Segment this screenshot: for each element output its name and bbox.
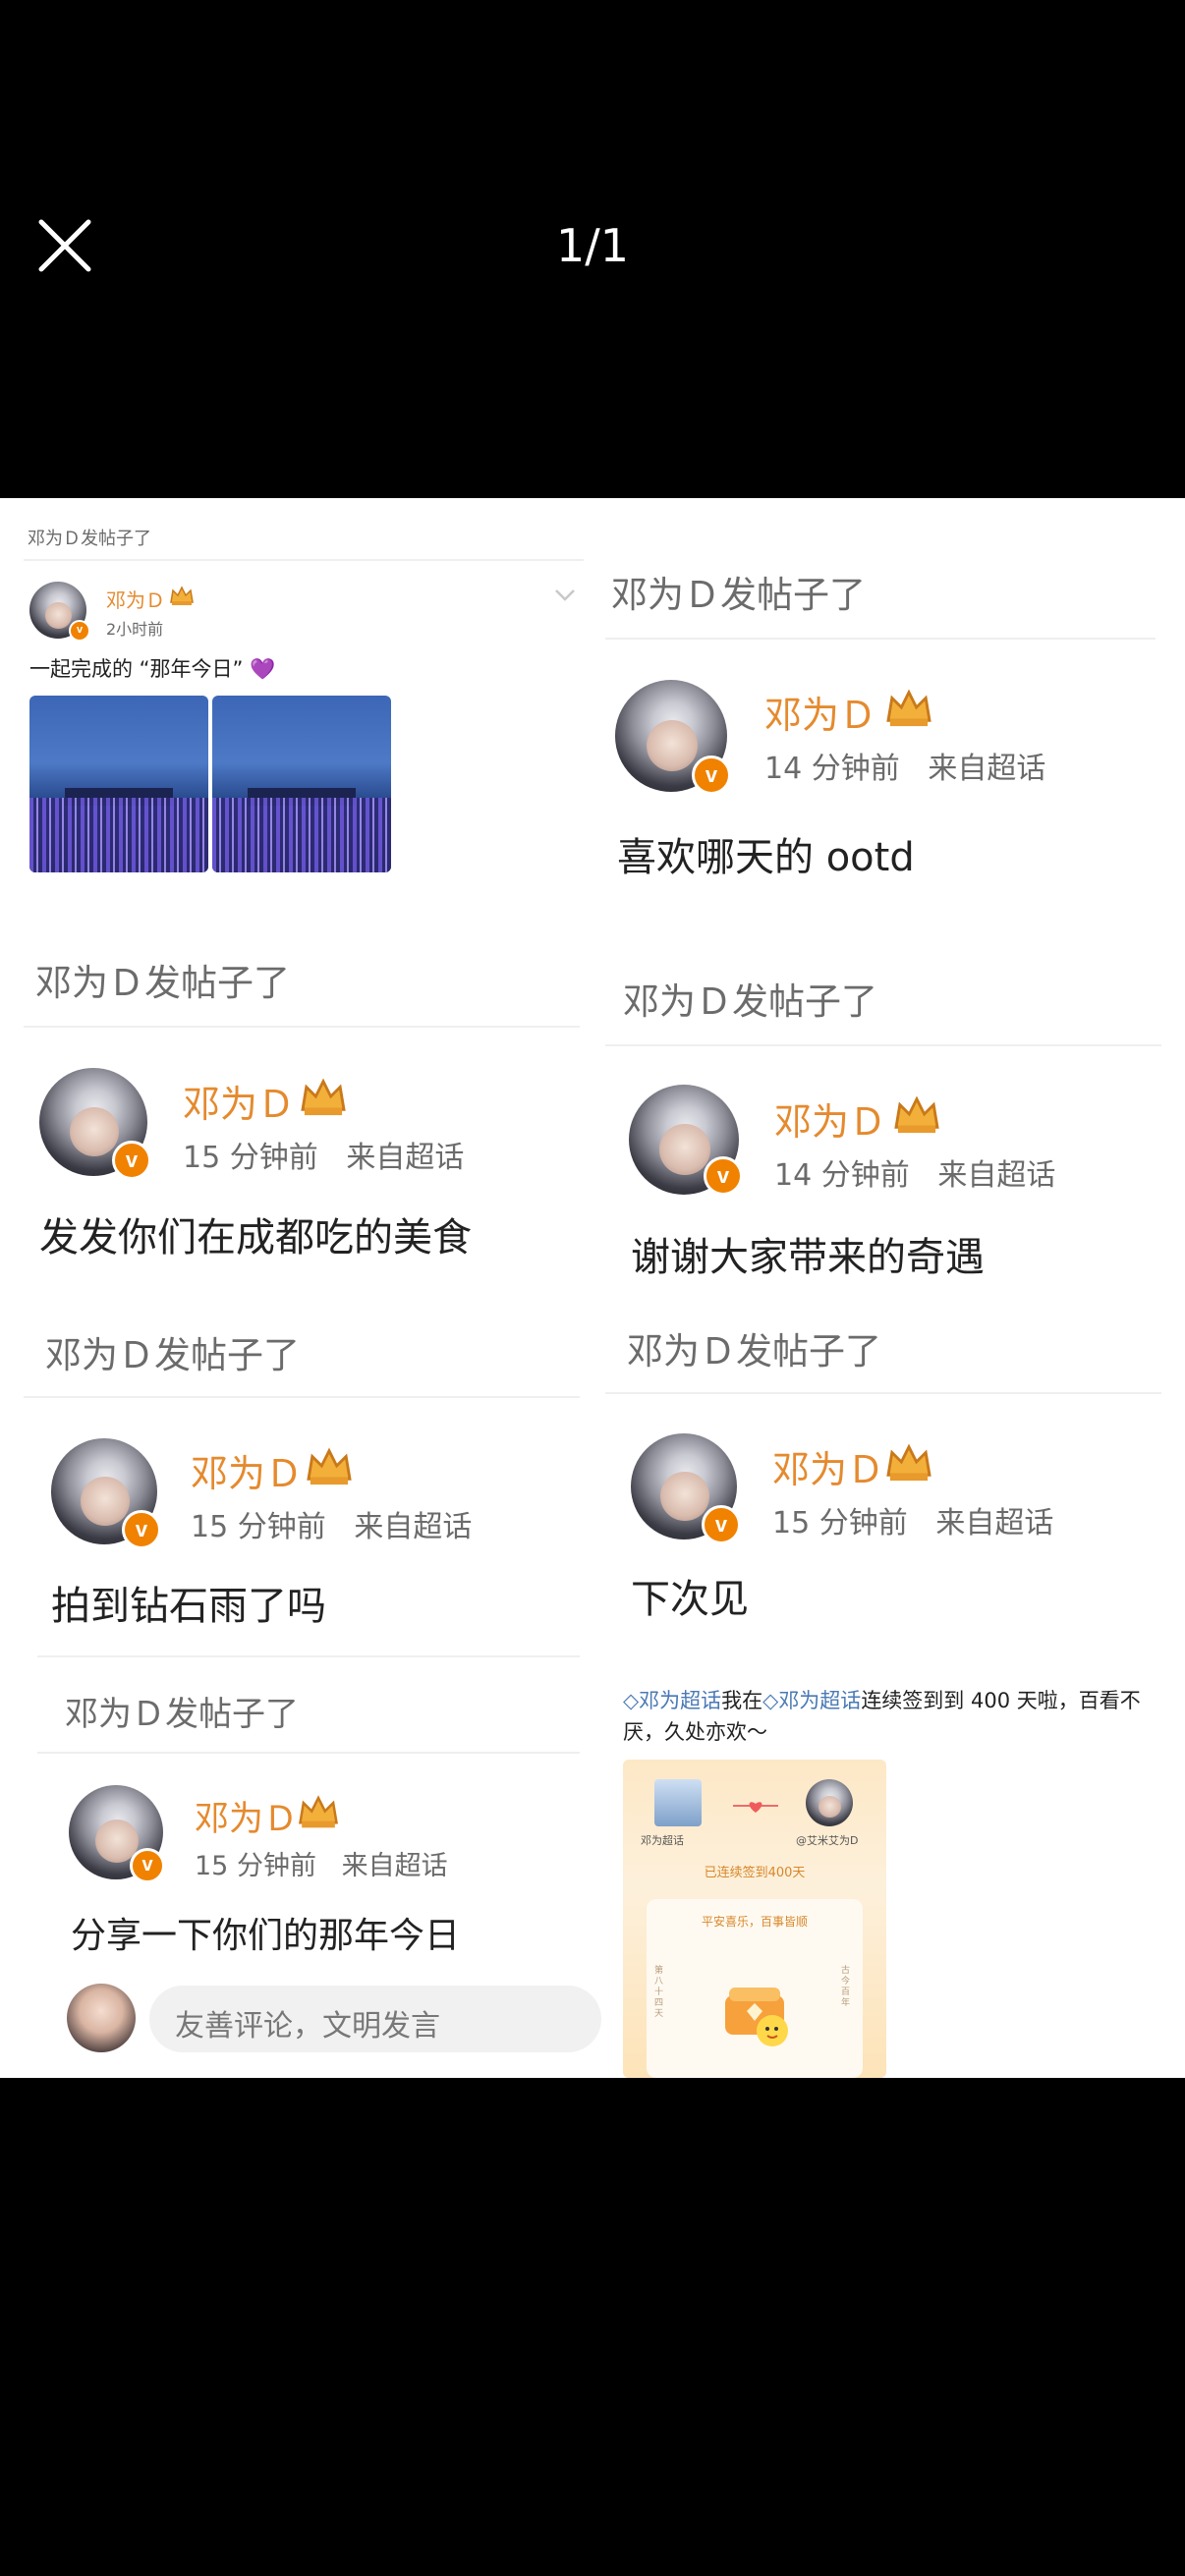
- topic-thumbnail: [654, 1779, 702, 1826]
- comment-input[interactable]: 友善评论，文明发言: [149, 1986, 601, 2052]
- verified-badge-icon: v: [122, 1510, 161, 1549]
- post1-text: 一起完成的 “那年今日” 💜: [29, 653, 275, 683]
- verified-badge-icon: v: [69, 620, 90, 642]
- divider: [37, 1655, 580, 1657]
- checkin-text-line2: 厌，久处亦欢～: [623, 1720, 767, 1744]
- post5-header: 邓为Ｄ发帖子了: [45, 1334, 300, 1376]
- post1-photo-2[interactable]: [212, 696, 391, 872]
- divider: [24, 1396, 580, 1398]
- post5-meta: 15 分钟前 来自超话: [191, 1510, 473, 1544]
- divider: [24, 1026, 580, 1028]
- post5-text: 拍到钻石雨了吗: [51, 1584, 326, 1629]
- divider: [605, 1044, 1161, 1046]
- gem-icon: ◇: [623, 1689, 640, 1712]
- verified-badge-icon: v: [702, 1505, 741, 1544]
- gift-mascot-icon: [725, 1988, 788, 2046]
- verified-badge-icon: v: [704, 1156, 743, 1196]
- image-counter: 1/1: [555, 219, 630, 272]
- crown-icon: [301, 1078, 346, 1116]
- verified-badge-icon: v: [130, 1848, 165, 1883]
- post2-text: 喜欢哪天的 ootd: [617, 835, 915, 880]
- heart-link-icon: [733, 1802, 778, 1813]
- checkin-topic-link-2[interactable]: 邓为超话: [778, 1689, 861, 1712]
- crown-icon: [886, 1443, 931, 1482]
- crown-icon: [894, 1095, 939, 1134]
- post1-photo-1[interactable]: [29, 696, 208, 872]
- checkin-card-image[interactable]: 邓为超话 @艾米艾为D 已连续签到400天 平安喜乐，百事皆顺 第八十四天 古今…: [623, 1760, 886, 2078]
- post7-text: 分享一下你们的那年今日: [71, 1916, 461, 1956]
- comment-placeholder: 友善评论，文明发言: [175, 2009, 440, 2044]
- crown-icon: [299, 1795, 338, 1828]
- divider: [605, 638, 1156, 640]
- card-side-right: 古今百年: [841, 1966, 851, 2008]
- post1-time: 2小时前: [106, 620, 164, 639]
- purple-heart-icon: 💜: [250, 657, 276, 681]
- post6-meta: 15 分钟前 来自超话: [772, 1506, 1054, 1540]
- divider: [24, 559, 584, 561]
- post4-author: 邓为Ｄ: [774, 1100, 887, 1144]
- card-banner: 已连续签到400天: [704, 1866, 806, 1880]
- image-collage[interactable]: 邓为Ｄ发帖子了 v 邓为Ｄ 2小时前 一起完成的 “那年今日” 💜 邓为Ｄ发帖子…: [0, 498, 1185, 2078]
- crown-icon: [170, 586, 194, 605]
- card-right-name: @艾米艾为D: [796, 1834, 859, 1847]
- post2-author: 邓为Ｄ: [764, 694, 877, 737]
- divider: [37, 1752, 580, 1754]
- post3-meta: 15 分钟前 来自超话: [183, 1141, 465, 1175]
- verified-badge-icon: v: [112, 1141, 151, 1180]
- post4-text: 谢谢大家带来的奇遇: [631, 1235, 985, 1280]
- post4-header: 邓为Ｄ发帖子了: [623, 980, 877, 1023]
- chevron-down-icon[interactable]: [554, 588, 576, 602]
- checkin-text-tail: 连续签到到 400 天啦，百看不: [861, 1689, 1141, 1712]
- checkin-topic-link-1[interactable]: 邓为超话: [639, 1689, 721, 1712]
- post3-author: 邓为Ｄ: [183, 1083, 296, 1126]
- post5-author: 邓为Ｄ: [191, 1452, 304, 1495]
- post1-text-label: 一起完成的 “那年今日”: [29, 657, 244, 681]
- divider: [605, 1392, 1161, 1394]
- post7-author: 邓为Ｄ: [195, 1800, 299, 1839]
- card-inner: 平安喜乐，百事皆顺 第八十四天 古今百年: [647, 1899, 863, 2078]
- checkin-text: ◇邓为超话我在◇邓为超话连续签到到 400 天啦，百看不 厌，久处亦欢～: [623, 1685, 1154, 1748]
- card-side-left: 第八十四天: [654, 1966, 664, 2019]
- card-left-name: 邓为超话: [641, 1834, 684, 1847]
- post6-author: 邓为Ｄ: [772, 1448, 885, 1491]
- post6-text: 下次见: [631, 1577, 749, 1622]
- crown-icon: [307, 1447, 352, 1485]
- post2-header: 邓为Ｄ发帖子了: [611, 574, 866, 616]
- post2-meta: 14 分钟前 来自超话: [764, 752, 1046, 786]
- verified-badge-icon: v: [692, 756, 731, 795]
- commenter-avatar: [67, 1984, 136, 2052]
- post7-header: 邓为Ｄ发帖子了: [65, 1695, 299, 1734]
- checkin-text-mid: 我在: [721, 1689, 763, 1712]
- crown-icon: [886, 689, 931, 727]
- gem-icon: ◇: [762, 1689, 779, 1712]
- post4-meta: 14 分钟前 来自超话: [774, 1158, 1056, 1193]
- user-thumbnail: [806, 1779, 853, 1826]
- post1-header: 邓为Ｄ发帖子了: [28, 529, 151, 549]
- post1-author: 邓为Ｄ: [106, 588, 165, 612]
- post3-header: 邓为Ｄ发帖子了: [35, 962, 290, 1004]
- post3-text: 发发你们在成都吃的美食: [39, 1215, 472, 1260]
- post6-header: 邓为Ｄ发帖子了: [627, 1330, 881, 1372]
- card-wish: 平安喜乐，百事皆顺: [701, 1915, 808, 1929]
- post7-meta: 15 分钟前 来自超话: [195, 1851, 448, 1881]
